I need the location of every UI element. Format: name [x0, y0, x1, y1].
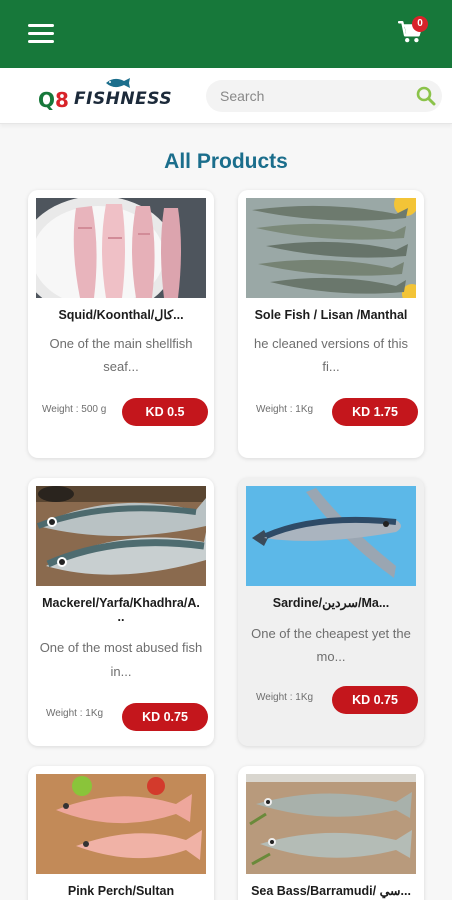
logo-q8: Q8: [38, 88, 69, 112]
product-weight: Weight : 1Kg: [46, 708, 104, 719]
product-name[interactable]: Squid/Koonthal/كال...: [34, 306, 208, 324]
product-description-line: One of the most abused fish: [39, 640, 203, 655]
product-card[interactable]: Sea Bass/Barramudi/ سي...: [238, 766, 424, 900]
search-icon[interactable]: [416, 86, 436, 106]
product-card[interactable]: Sardine/سردين/Ma... One of the cheapest …: [238, 478, 424, 746]
product-weight: Weight : 1Kg: [256, 692, 314, 703]
product-weight: Weight : 1Kg: [256, 404, 314, 415]
product-card[interactable]: Sole Fish / Lisan /Manthal he cleaned ve…: [238, 190, 424, 458]
product-name[interactable]: Sardine/سردين/Ma...: [244, 594, 418, 612]
price-button[interactable]: KD 1.75: [332, 398, 418, 426]
header: Q8 FISHNESS: [0, 68, 452, 124]
price-button[interactable]: KD 0.75: [332, 686, 418, 714]
product-image[interactable]: [246, 198, 416, 298]
product-card[interactable]: Pink Perch/Sultan: [28, 766, 214, 900]
product-description-line: he cleaned versions of this: [254, 336, 408, 351]
product-description-line: One of the cheapest yet the: [251, 626, 411, 641]
cart-count-badge: 0: [412, 16, 428, 32]
product-name[interactable]: Pink Perch/Sultan: [34, 882, 208, 900]
top-app-bar: 0: [0, 0, 452, 68]
product-name[interactable]: Sea Bass/Barramudi/ سي...: [244, 882, 418, 900]
cart-button[interactable]: 0: [397, 16, 428, 46]
product-image[interactable]: [36, 774, 206, 874]
product-image[interactable]: [246, 774, 416, 874]
logo-fish-icon: [106, 78, 130, 88]
price-button[interactable]: KD 0.5: [122, 398, 208, 426]
product-weight: Weight : 500 g: [42, 404, 107, 415]
product-card[interactable]: Mackerel/Yarfa/Khadhra/A. .. One of the …: [28, 478, 214, 746]
product-image[interactable]: [246, 486, 416, 586]
logo-text: FISHNESS: [74, 89, 173, 109]
product-description-line: seaf...: [103, 359, 139, 374]
product-card[interactable]: Squid/Koonthal/كال... One of the main sh…: [28, 190, 214, 458]
product-description-line: in...: [110, 664, 132, 679]
product-image[interactable]: [36, 486, 206, 586]
product-name-continued: ..: [117, 610, 125, 624]
product-description-line: mo...: [316, 649, 346, 664]
product-description-line: fi...: [322, 359, 340, 374]
product-description-line: One of the main shellfish: [49, 336, 193, 351]
page-title: All Products: [164, 150, 288, 173]
product-name[interactable]: Sole Fish / Lisan /Manthal: [244, 306, 418, 324]
search-input[interactable]: [220, 86, 400, 106]
hamburger-menu-icon[interactable]: [28, 24, 54, 44]
product-image[interactable]: [36, 198, 206, 298]
price-button[interactable]: KD 0.75: [122, 703, 208, 731]
logo[interactable]: Q8 FISHNESS: [38, 78, 173, 114]
search-bar[interactable]: [206, 80, 442, 112]
